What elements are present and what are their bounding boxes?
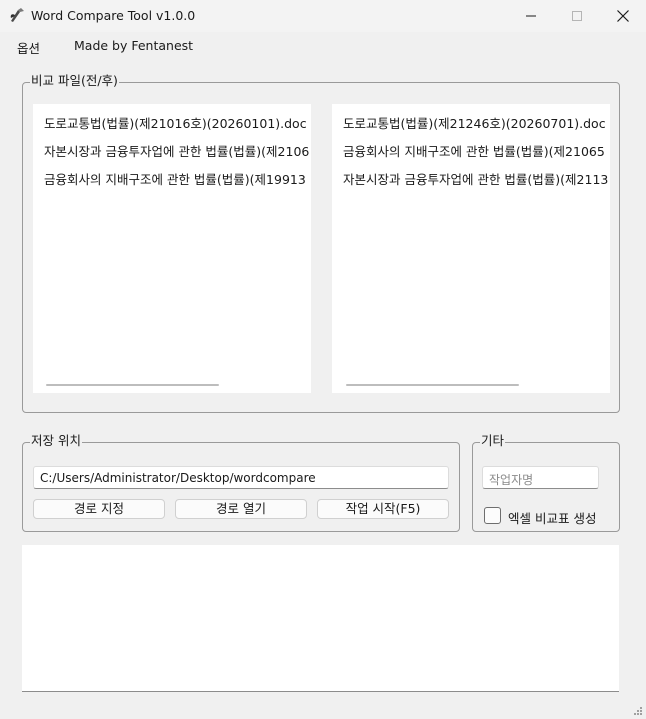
list-item[interactable]: 금융회사의 지배구조에 관한 법률(법률)(제19913 (44, 169, 306, 188)
excel-compare-checkbox[interactable] (484, 507, 501, 524)
after-file-list[interactable]: 도로교통법(법률)(제21246호)(20260701).doc 금융회사의 지… (332, 104, 610, 393)
list-item[interactable]: 자본시장과 금융투자업에 관한 법률(법률)(제2113 (343, 169, 608, 188)
save-path-value: C:/Users/Administrator/Desktop/wordcompa… (40, 471, 316, 485)
set-path-button[interactable]: 경로 지정 (33, 499, 165, 519)
app-icon (10, 8, 24, 22)
log-output-area[interactable] (22, 545, 619, 692)
window-title: Word Compare Tool v1.0.0 (31, 8, 196, 23)
start-task-button[interactable]: 작업 시작(F5) (317, 499, 449, 519)
excel-compare-label[interactable]: 엑셀 비교표 생성 (508, 508, 596, 527)
menu-credit: Made by Fentanest (74, 38, 194, 53)
resize-grip-icon[interactable] (632, 705, 643, 716)
maximize-icon (572, 11, 582, 21)
list-item[interactable]: 도로교통법(법률)(제21246호)(20260701).doc (343, 113, 606, 132)
close-icon (617, 10, 629, 22)
maximize-button[interactable] (554, 0, 600, 32)
before-file-list[interactable]: 도로교통법(법률)(제21016호)(20260101).doc 자본시장과 금… (33, 104, 311, 393)
open-path-button[interactable]: 경로 열기 (175, 499, 307, 519)
other-label: 기타 (480, 433, 506, 449)
save-path-input[interactable]: C:/Users/Administrator/Desktop/wordcompa… (33, 466, 449, 489)
author-name-input[interactable]: 작업자명 (482, 466, 599, 489)
horizontal-scrollbar[interactable] (46, 384, 219, 386)
horizontal-scrollbar[interactable] (346, 384, 519, 386)
minimize-button[interactable] (508, 0, 554, 32)
save-location-label: 저장 위치 (30, 433, 82, 449)
list-item[interactable]: 금융회사의 지배구조에 관한 법률(법률)(제21065 (343, 141, 605, 160)
list-item[interactable]: 자본시장과 금융투자업에 관한 법률(법률)(제2106 (44, 141, 309, 160)
list-item[interactable]: 도로교통법(법률)(제21016호)(20260101).doc (44, 113, 307, 132)
compare-files-label: 비교 파일(전/후) (30, 73, 119, 89)
close-button[interactable] (600, 0, 646, 32)
author-name-placeholder: 작업자명 (489, 473, 534, 487)
menu-options[interactable]: 옵션 (17, 38, 40, 57)
minimize-icon (526, 15, 536, 17)
